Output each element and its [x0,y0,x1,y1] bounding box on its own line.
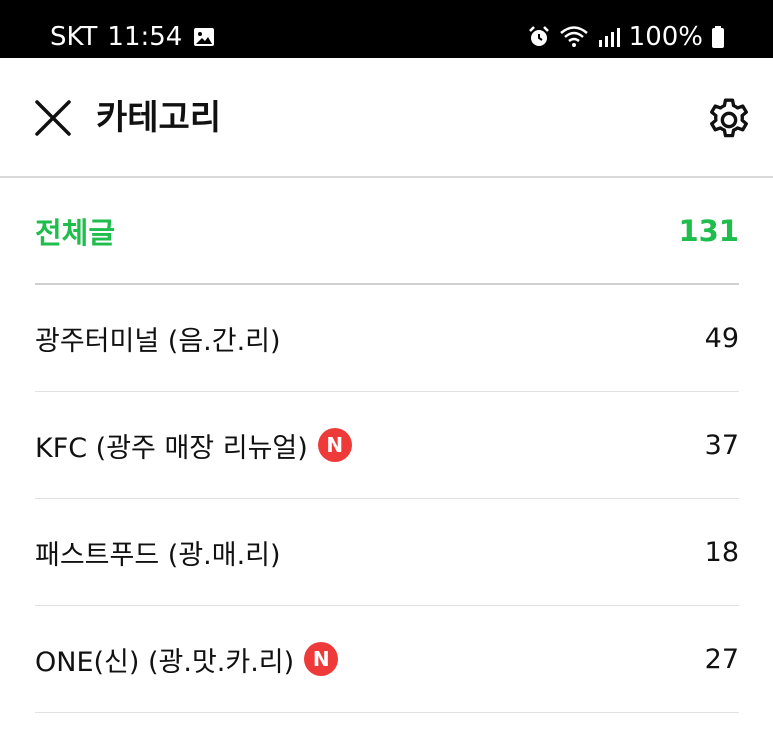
alarm-icon [527,25,551,49]
battery-percent: 100% [628,22,703,52]
category-row[interactable]: ONE(신) (광.맛.카.리) N 27 [35,606,739,713]
category-label: KFC (광주 매장 리뉴얼) [35,432,308,464]
category-count: 37 [704,429,739,461]
carrier-label: SKT [50,22,98,52]
category-count: 27 [704,643,739,675]
status-bar: SKT 11:54 100% [0,0,773,58]
settings-button[interactable] [701,92,757,148]
new-badge: N [304,642,339,676]
category-row-all[interactable]: 전체글 131 [35,178,739,285]
gear-icon [710,98,748,138]
close-button[interactable] [30,95,76,141]
category-count: 49 [704,322,739,354]
category-label: 패스트푸드 (광.매.리) [35,539,281,571]
category-row[interactable]: KFC (광주 매장 리뉴얼) N 37 [35,392,739,499]
category-count: 131 [678,213,739,248]
category-label: 광주터미널 (음.간.리) [35,325,281,357]
category-label: 전체글 [35,215,116,250]
close-icon [35,100,71,136]
page-title: 카테고리 [96,98,222,138]
category-label: ONE(신) (광.맛.카.리) [35,646,295,678]
battery-icon [711,25,725,49]
category-count: 18 [704,536,739,568]
signal-icon [597,25,621,49]
wifi-icon [559,25,589,49]
category-row[interactable]: 광주터미널 (음.간.리) 49 [35,285,739,392]
category-list: 전체글 131 광주터미널 (음.간.리) 49 KFC (광주 매장 리뉴얼)… [35,178,739,713]
app-bar: 카테고리 [0,58,773,178]
image-icon [192,25,216,49]
new-badge: N [317,428,352,462]
category-row[interactable]: 패스트푸드 (광.매.리) 18 [35,499,739,606]
clock: 11:54 [107,22,183,52]
